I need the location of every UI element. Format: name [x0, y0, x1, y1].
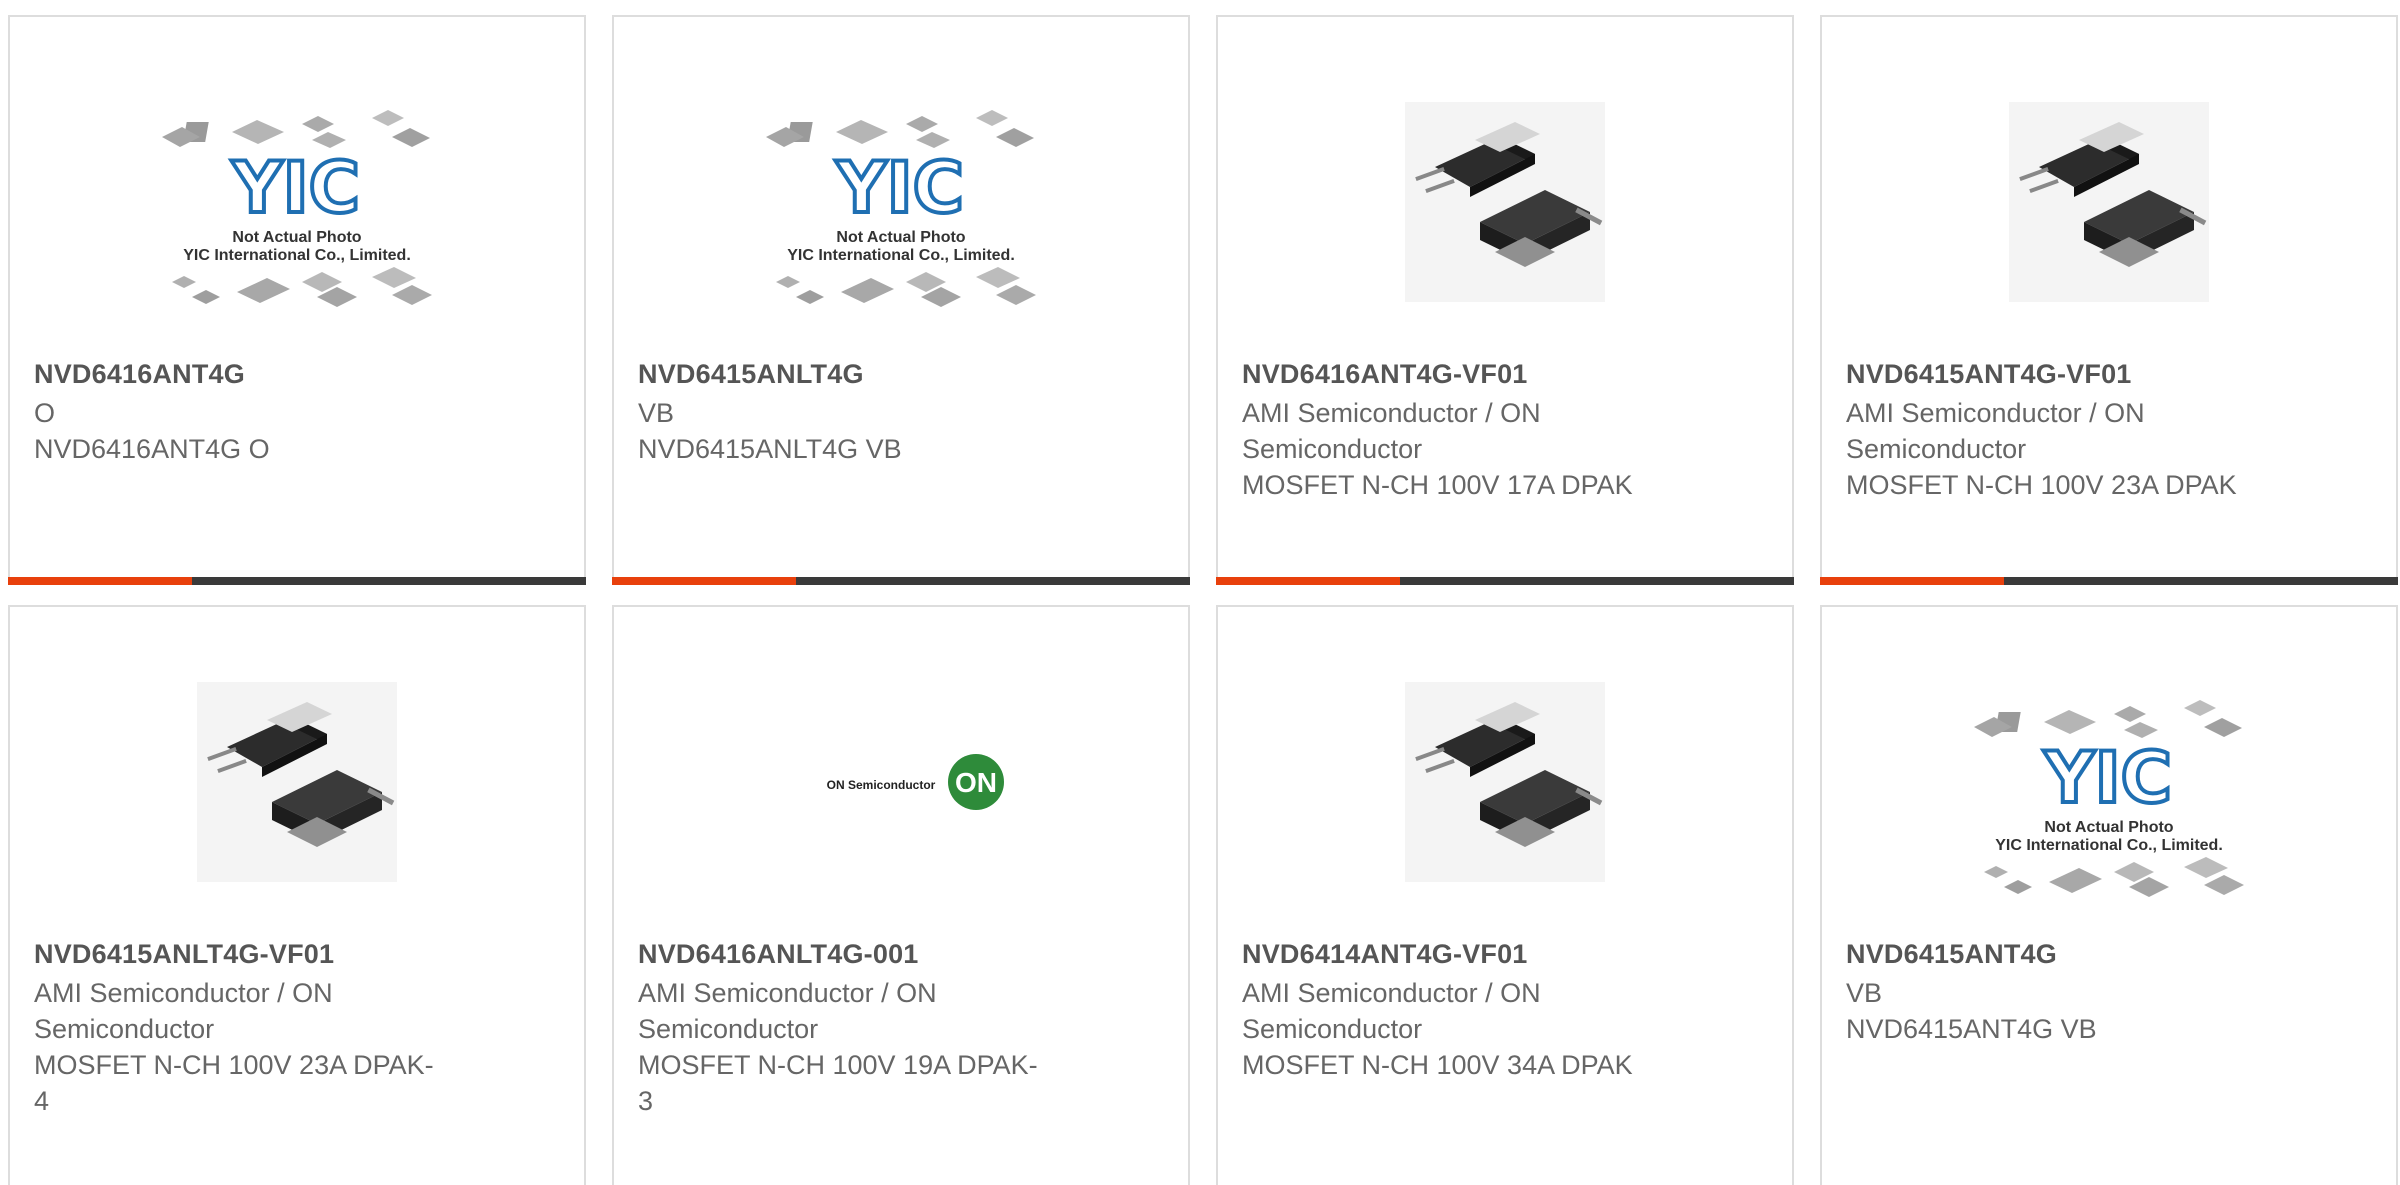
product-card[interactable]: Not Actual Photo YIC International Co., …: [612, 15, 1190, 585]
manufacturer: AMI Semiconductor / ON: [638, 978, 937, 1008]
dpak-package-image[interactable]: [1218, 92, 1792, 322]
part-number-link[interactable]: NVD6415ANT4G-VF01: [1846, 359, 2132, 390]
manufacturer: O: [34, 398, 56, 428]
manufacturer: AMI Semiconductor / ON: [1242, 978, 1541, 1008]
manufacturer: AMI Semiconductor / ON: [34, 978, 333, 1008]
dpak-package-image[interactable]: [1218, 682, 1792, 912]
product-card[interactable]: NVD6415ANT4G-VF01 AMI Semiconductor / ON…: [1820, 15, 2398, 585]
manufacturer-line-2: Semiconductor: [638, 1014, 819, 1044]
manufacturer: AMI Semiconductor / ON: [1242, 398, 1541, 428]
product-card[interactable]: NVD6415ANLT4G-VF01 AMI Semiconductor / O…: [8, 605, 586, 1185]
manufacturer-line-2: Semiconductor: [1242, 1014, 1423, 1044]
manufacturer-line-2: Semiconductor: [1242, 434, 1423, 464]
part-number-link[interactable]: NVD6416ANT4G: [34, 359, 245, 390]
product-card[interactable]: Not Actual Photo YIC International Co., …: [1820, 605, 2398, 1185]
on-semiconductor-logo[interactable]: ON Semiconductor ON: [614, 682, 1188, 912]
product-card[interactable]: NVD6414ANT4G-VF01 AMI Semiconductor / ON…: [1216, 605, 1794, 1185]
manufacturer: VB: [1846, 978, 1883, 1008]
card-accent-bar: [1820, 577, 2004, 585]
part-number-link[interactable]: NVD6414ANT4G-VF01: [1242, 939, 1528, 970]
product-card[interactable]: ON Semiconductor ON NVD6416ANLT4G-001 AM…: [612, 605, 1190, 1185]
svg-text:ON: ON: [955, 767, 997, 798]
description: MOSFET N-CH 100V 23A DPAK: [1846, 470, 2237, 500]
description: MOSFET N-CH 100V 17A DPAK: [1242, 470, 1633, 500]
card-bottom-bar: [8, 577, 586, 585]
description: MOSFET N-CH 100V 34A DPAK: [1242, 1050, 1633, 1080]
svg-text:YIC International Co., Limited: YIC International Co., Limited.: [787, 247, 1015, 264]
svg-text:Not Actual Photo: Not Actual Photo: [2044, 819, 2173, 836]
part-number-link[interactable]: NVD6415ANT4G: [1846, 939, 2057, 970]
description: MOSFET N-CH 100V 19A DPAK-: [638, 1050, 1038, 1080]
card-accent-bar: [612, 577, 796, 585]
dpak-package-image[interactable]: [10, 682, 584, 912]
description: NVD6415ANT4G VB: [1846, 1014, 2097, 1044]
manufacturer: VB: [638, 398, 675, 428]
svg-text:Not Actual Photo: Not Actual Photo: [836, 229, 965, 246]
card-bottom-bar: [612, 577, 1190, 585]
svg-text:YIC International Co., Limited: YIC International Co., Limited.: [183, 247, 411, 264]
description-line-2: 4: [34, 1086, 50, 1116]
card-accent-bar: [8, 577, 192, 585]
manufacturer: AMI Semiconductor / ON: [1846, 398, 2145, 428]
card-accent-bar: [1216, 577, 1400, 585]
svg-text:ON Semiconductor: ON Semiconductor: [827, 778, 936, 792]
description: NVD6415ANLT4G VB: [638, 434, 902, 464]
product-card[interactable]: NVD6416ANT4G-VF01 AMI Semiconductor / ON…: [1216, 15, 1794, 585]
yic-placeholder-image[interactable]: Not Actual Photo YIC International Co., …: [614, 92, 1188, 322]
yic-placeholder-image[interactable]: Not Actual Photo YIC International Co., …: [1822, 682, 2396, 912]
description: NVD6416ANT4G O: [34, 434, 270, 464]
part-number-link[interactable]: NVD6416ANLT4G-001: [638, 939, 919, 970]
manufacturer-line-2: Semiconductor: [34, 1014, 215, 1044]
yic-placeholder-image[interactable]: Not Actual Photo YIC International Co., …: [10, 92, 584, 322]
dpak-package-image[interactable]: [1822, 92, 2396, 322]
card-bottom-bar: [1820, 577, 2398, 585]
description: MOSFET N-CH 100V 23A DPAK-: [34, 1050, 434, 1080]
part-number-link[interactable]: NVD6415ANLT4G-VF01: [34, 939, 334, 970]
svg-text:Not Actual Photo: Not Actual Photo: [232, 229, 361, 246]
card-bottom-bar: [1216, 577, 1794, 585]
description-line-2: 3: [638, 1086, 654, 1116]
manufacturer-line-2: Semiconductor: [1846, 434, 2027, 464]
part-number-link[interactable]: NVD6416ANT4G-VF01: [1242, 359, 1528, 390]
product-card[interactable]: Not Actual Photo YIC International Co., …: [8, 15, 586, 585]
part-number-link[interactable]: NVD6415ANLT4G: [638, 359, 864, 390]
svg-text:YIC International Co., Limited: YIC International Co., Limited.: [1995, 837, 2223, 854]
